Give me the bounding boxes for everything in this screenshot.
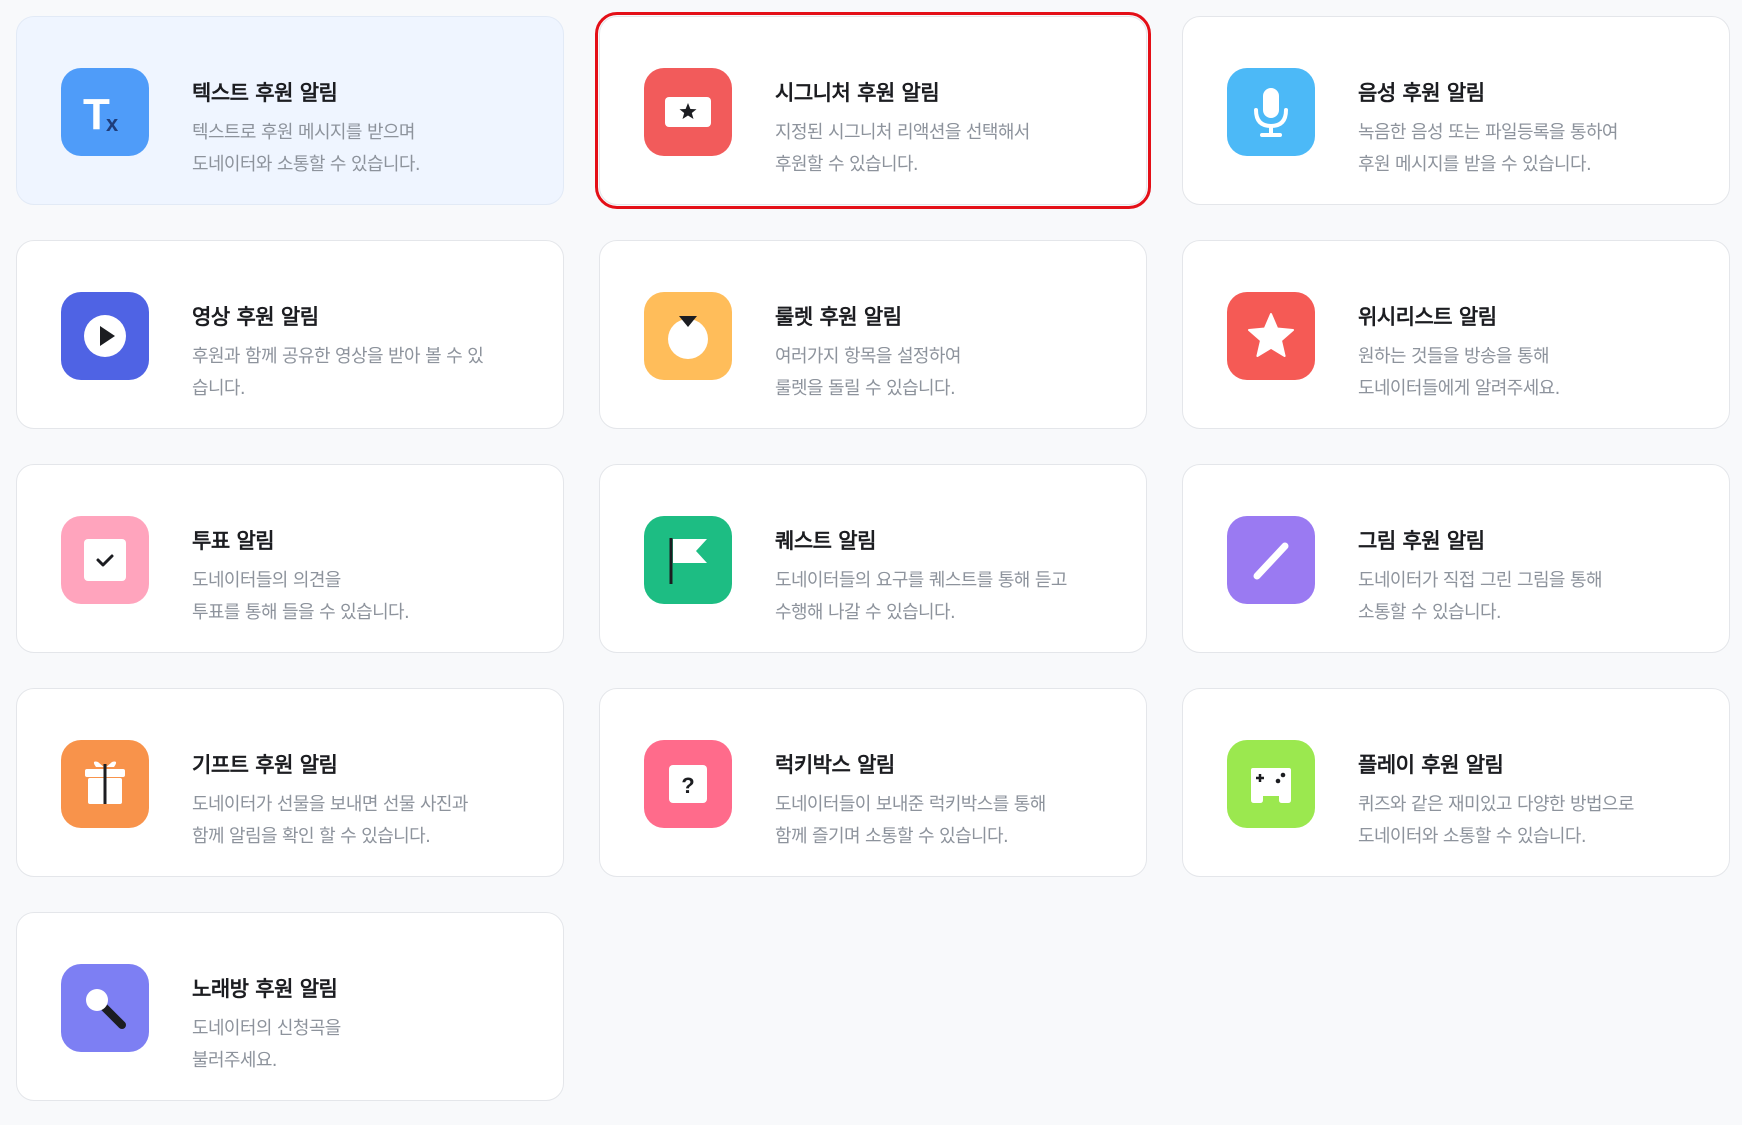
card-gift-donation[interactable]: 기프트 후원 알림 도네이터가 선물을 보내면 선물 사진과 함께 알림을 확인… xyxy=(16,688,564,877)
card-description: 도네이터가 직접 그린 그림을 통해 소통할 수 있습니다. xyxy=(1358,570,1603,623)
svg-text:x: x xyxy=(106,111,119,136)
card-play-donation[interactable]: 플레이 후원 알림 퀴즈와 같은 재미있고 다양한 방법으로 도네이터와 소통할… xyxy=(1182,688,1730,877)
card-title: 시그니처 후원 알림 xyxy=(775,81,940,105)
card-title: 플레이 후원 알림 xyxy=(1358,753,1504,777)
text-icon: T x xyxy=(61,68,149,156)
card-title: 투표 알림 xyxy=(192,529,275,553)
card-vote[interactable]: 투표 알림 도네이터들의 의견을 투표를 통해 들을 수 있습니다. xyxy=(16,464,564,653)
card-description: 녹음한 음성 또는 파일등록을 통하여 후원 메시지를 받을 수 있습니다. xyxy=(1358,122,1618,175)
card-description: 원하는 것들을 방송을 통해 도네이터들에게 알려주세요. xyxy=(1358,346,1560,399)
card-title: 텍스트 후원 알림 xyxy=(192,81,338,105)
card-title: 룰렛 후원 알림 xyxy=(775,305,902,329)
gift-icon xyxy=(61,740,149,828)
card-description: 텍스트로 후원 메시지를 받으며 도네이터와 소통할 수 있습니다. xyxy=(192,122,421,175)
flag-icon xyxy=(644,516,732,604)
microphone-icon xyxy=(1227,68,1315,156)
pencil-icon xyxy=(1227,516,1315,604)
card-signature-donation[interactable]: 시그니처 후원 알림 지정된 시그니처 리액션을 선택해서 후원할 수 있습니다… xyxy=(595,12,1151,209)
question-box-icon: ? xyxy=(644,740,732,828)
gamepad-icon xyxy=(1227,740,1315,828)
card-luckybox[interactable]: ? 럭키박스 알림 도네이터들이 보내준 럭키박스를 통해 함께 즐기며 소통할… xyxy=(599,688,1147,877)
card-title: 기프트 후원 알림 xyxy=(192,753,338,777)
card-title: 영상 후원 알림 xyxy=(192,305,319,329)
card-wishlist[interactable]: 위시리스트 알림 원하는 것들을 방송을 통해 도네이터들에게 알려주세요. xyxy=(1182,240,1730,429)
signature-card-icon xyxy=(644,68,732,156)
card-description: 퀴즈와 같은 재미있고 다양한 방법으로 도네이터와 소통할 수 있습니다. xyxy=(1358,794,1634,847)
card-title: 위시리스트 알림 xyxy=(1358,305,1497,329)
card-title: 그림 후원 알림 xyxy=(1358,529,1485,553)
card-quest[interactable]: 퀘스트 알림 도네이터들의 요구를 퀘스트를 통해 듣고 수행해 나갈 수 있습… xyxy=(599,464,1147,653)
card-title: 노래방 후원 알림 xyxy=(192,977,338,1001)
card-karaoke-donation[interactable]: 노래방 후원 알림 도네이터의 신청곡을 불러주세요. xyxy=(16,912,564,1101)
card-description: 도네이터의 신청곡을 불러주세요. xyxy=(192,1018,341,1071)
play-icon xyxy=(61,292,149,380)
card-description: 여러가지 항목을 설정하여 룰렛을 돌릴 수 있습니다. xyxy=(775,346,961,399)
card-video-donation[interactable]: 영상 후원 알림 후원과 함께 공유한 영상을 받아 볼 수 있 습니다. xyxy=(16,240,564,429)
card-description: 도네이터들의 요구를 퀘스트를 통해 듣고 수행해 나갈 수 있습니다. xyxy=(775,570,1067,623)
card-description: 도네이터들이 보내준 럭키박스를 통해 함께 즐기며 소통할 수 있습니다. xyxy=(775,794,1046,847)
card-title: 퀘스트 알림 xyxy=(775,529,876,553)
card-description: 도네이터들의 의견을 투표를 통해 들을 수 있습니다. xyxy=(192,570,410,623)
svg-text:?: ? xyxy=(681,773,694,798)
card-description: 지정된 시그니처 리액션을 선택해서 후원할 수 있습니다. xyxy=(775,122,1030,175)
roulette-icon xyxy=(644,292,732,380)
checkbox-icon xyxy=(61,516,149,604)
card-roulette-donation[interactable]: 룰렛 후원 알림 여러가지 항목을 설정하여 룰렛을 돌릴 수 있습니다. xyxy=(599,240,1147,429)
card-title: 럭키박스 알림 xyxy=(775,753,895,777)
donation-alert-grid: T x 텍스트 후원 알림 텍스트로 후원 메시지를 받으며 도네이터와 소통할… xyxy=(16,12,1730,1101)
card-description: 도네이터가 선물을 보내면 선물 사진과 함께 알림을 확인 할 수 있습니다. xyxy=(192,794,468,847)
karaoke-mic-icon xyxy=(61,964,149,1052)
star-icon xyxy=(1227,292,1315,380)
card-description: 후원과 함께 공유한 영상을 받아 볼 수 있 습니다. xyxy=(192,346,484,399)
card-text-donation[interactable]: T x 텍스트 후원 알림 텍스트로 후원 메시지를 받으며 도네이터와 소통할… xyxy=(16,16,564,205)
card-drawing-donation[interactable]: 그림 후원 알림 도네이터가 직접 그린 그림을 통해 소통할 수 있습니다. xyxy=(1182,464,1730,653)
card-voice-donation[interactable]: 음성 후원 알림 녹음한 음성 또는 파일등록을 통하여 후원 메시지를 받을 … xyxy=(1182,16,1730,205)
card-title: 음성 후원 알림 xyxy=(1358,81,1485,105)
